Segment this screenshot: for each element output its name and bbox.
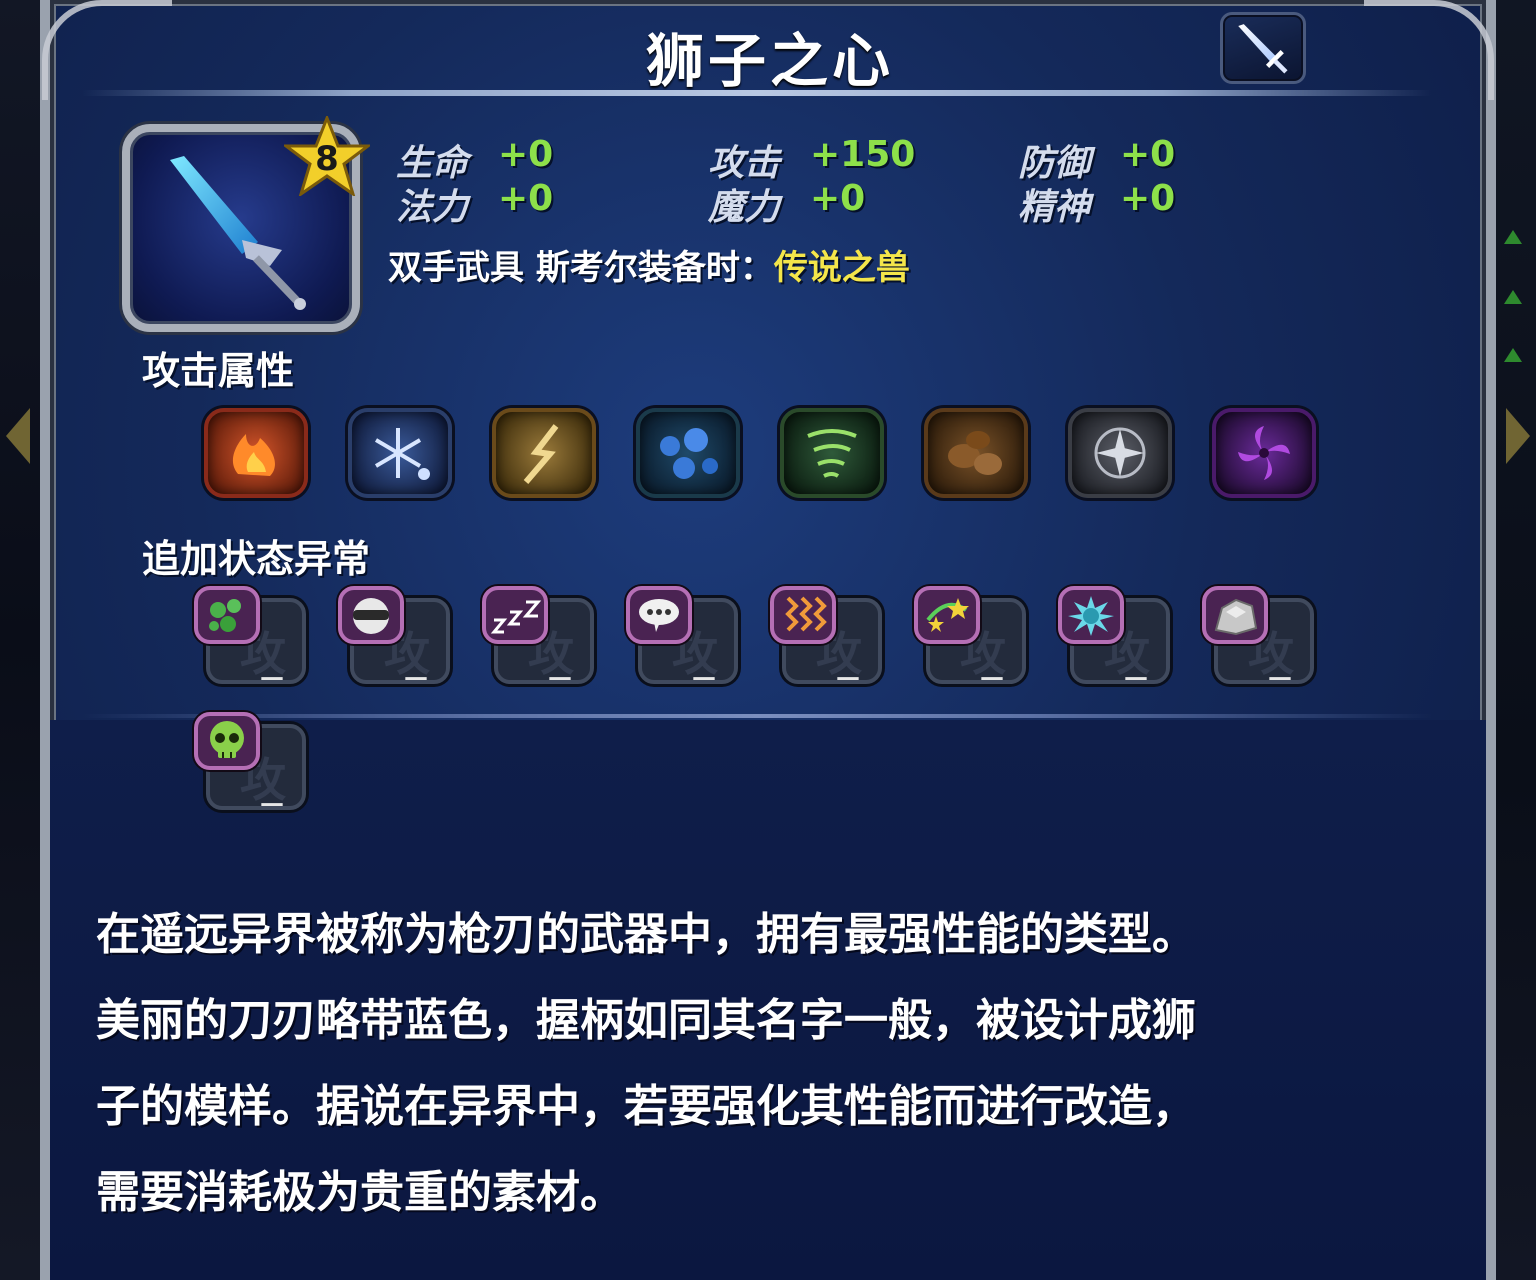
ornament-left xyxy=(42,0,172,100)
status-death: 攻－ xyxy=(194,712,312,822)
description-line: 子的模样。据说在异界中，若要强化其性能而进行改造， xyxy=(96,1081,1196,1132)
status-paralysis: 攻－ xyxy=(770,586,888,696)
ice-icon xyxy=(348,408,452,498)
next-arrow-icon[interactable] xyxy=(1506,408,1530,464)
dark-icon xyxy=(1212,408,1316,498)
water-icon xyxy=(636,408,740,498)
equip-info: 双手武具 斯考尔装备时：传说之兽 xyxy=(388,240,910,289)
item-title: 狮子之心 xyxy=(645,27,894,95)
lightning-icon xyxy=(492,408,596,498)
status-ailments-title: 追加状态异常 xyxy=(142,537,371,581)
stat-spr-value: +0 xyxy=(1120,178,1176,219)
status-disease: 攻－ xyxy=(1058,586,1176,696)
status-silence: 攻－ xyxy=(626,586,744,696)
description-line: 美丽的刀刃略带蓝色，握柄如同其名字一般，被设计成狮 xyxy=(96,995,1196,1046)
status-confuse: 攻－ xyxy=(914,586,1032,696)
status-value: － xyxy=(402,663,431,696)
status-value: － xyxy=(978,663,1007,696)
status-value: － xyxy=(1122,663,1151,696)
stat-mp-label: 法力 xyxy=(396,187,469,228)
description-line: 在遥远异界被称为枪刃的武器中，拥有最强性能的类型。 xyxy=(96,909,1196,960)
status-value: － xyxy=(258,663,287,696)
stat-mp-value: +0 xyxy=(498,178,554,219)
fire-icon xyxy=(204,408,308,498)
background-right xyxy=(1490,0,1536,1280)
title-divider xyxy=(82,90,1432,96)
sleep-icon xyxy=(482,586,548,644)
previous-arrow-icon[interactable] xyxy=(6,408,30,464)
blind-icon xyxy=(338,586,404,644)
description-line: 需要消耗极为贵重的素材。 xyxy=(96,1167,624,1218)
attack-attributes-title: 攻击属性 xyxy=(142,349,295,393)
holy-icon xyxy=(1068,408,1172,498)
status-sleep: 攻－ xyxy=(482,586,600,696)
stat-atk-value: +150 xyxy=(810,134,916,175)
wind-icon xyxy=(780,408,884,498)
rarity-star-icon: 8 xyxy=(284,116,370,196)
stat-spr-label: 精神 xyxy=(1018,187,1091,228)
ornament-right xyxy=(1364,0,1494,100)
up-arrow-icon xyxy=(1504,290,1522,304)
status-value: － xyxy=(258,789,287,822)
sword-icon[interactable] xyxy=(1220,12,1306,84)
poison-icon xyxy=(194,586,260,644)
silence-icon xyxy=(626,586,692,644)
stat-def-value: +0 xyxy=(1120,134,1176,175)
status-poison: 攻－ xyxy=(194,586,312,696)
equip-info-bonus: 传说之兽 xyxy=(773,248,910,288)
rarity-value: 8 xyxy=(315,139,339,179)
status-value: － xyxy=(690,663,719,696)
stat-mag-value: +0 xyxy=(810,178,866,219)
up-arrow-icon xyxy=(1504,230,1522,244)
status-blind: 攻－ xyxy=(338,586,456,696)
death-icon xyxy=(194,712,260,770)
disease-icon xyxy=(1058,586,1124,644)
equip-info-prefix: 双手武具 斯考尔装备时： xyxy=(388,248,774,288)
up-arrow-icon xyxy=(1504,348,1522,362)
status-value: － xyxy=(834,663,863,696)
status-petrify: 攻－ xyxy=(1202,586,1320,696)
petrify-icon xyxy=(1202,586,1268,644)
stat-hp-value: +0 xyxy=(498,134,554,175)
stat-mag-label: 魔力 xyxy=(708,187,781,228)
status-value: － xyxy=(546,663,575,696)
confuse-icon xyxy=(914,586,980,644)
paralysis-icon xyxy=(770,586,836,644)
status-value: － xyxy=(1266,663,1295,696)
item-description: 在遥远异界被称为枪刃的武器中，拥有最强性能的类型。 美丽的刀刃略带蓝色，握柄如同… xyxy=(96,892,1396,1236)
earth-icon xyxy=(924,408,1028,498)
